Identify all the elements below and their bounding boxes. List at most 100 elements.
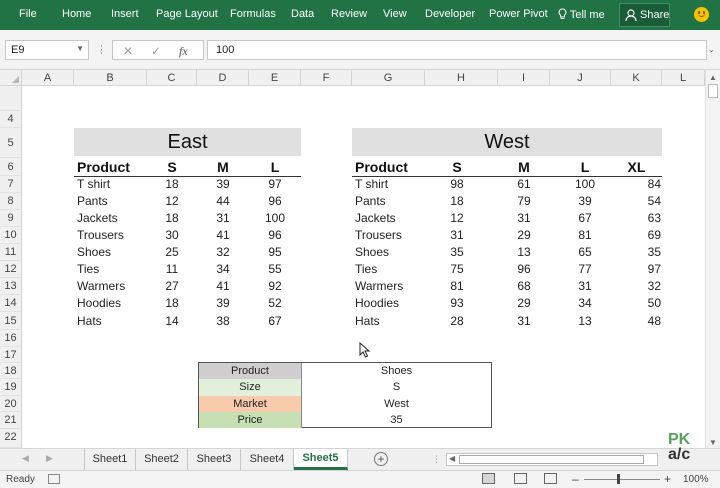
- row-header-9[interactable]: 9: [0, 210, 22, 227]
- tab-view[interactable]: View: [383, 8, 407, 20]
- east-cell[interactable]: 95: [249, 244, 301, 261]
- west-cell[interactable]: 96: [498, 261, 550, 278]
- select-all-corner[interactable]: [0, 70, 22, 86]
- west-cell[interactable]: 81: [550, 227, 620, 244]
- column-header-f[interactable]: F: [301, 70, 352, 86]
- tab-formulas[interactable]: Formulas: [230, 8, 276, 20]
- row-header-22[interactable]: 22: [0, 429, 22, 448]
- west-cell[interactable]: 68: [498, 278, 550, 295]
- west-cell[interactable]: Warmers: [355, 278, 403, 295]
- scroll-left-icon[interactable]: ◀: [449, 454, 455, 463]
- west-cell[interactable]: 97: [611, 261, 661, 278]
- east-cell[interactable]: 96: [249, 193, 301, 210]
- west-cell[interactable]: 79: [498, 193, 550, 210]
- column-header-g[interactable]: G: [352, 70, 425, 86]
- east-cell[interactable]: 41: [197, 227, 249, 244]
- column-header-i[interactable]: I: [498, 70, 550, 86]
- row-header-10[interactable]: 10: [0, 227, 22, 244]
- chevron-down-icon[interactable]: ▼: [76, 44, 84, 53]
- west-cell[interactable]: 32: [611, 278, 661, 295]
- east-cell[interactable]: Warmers: [77, 278, 125, 295]
- east-cell[interactable]: 31: [197, 210, 249, 227]
- west-cell[interactable]: T shirt: [355, 176, 388, 193]
- tell-me-search[interactable]: Tell me: [558, 8, 605, 21]
- row-header-17[interactable]: 17: [0, 347, 22, 363]
- row-header-21[interactable]: 21: [0, 412, 22, 429]
- east-cell[interactable]: 38: [197, 313, 249, 330]
- east-cell[interactable]: 41: [197, 278, 249, 295]
- tab-review[interactable]: Review: [331, 8, 367, 20]
- east-cell[interactable]: 55: [249, 261, 301, 278]
- east-cell[interactable]: T shirt: [77, 176, 110, 193]
- row-header-7[interactable]: 7: [0, 176, 22, 193]
- east-cell[interactable]: Jackets: [77, 210, 118, 227]
- column-header-e[interactable]: E: [249, 70, 301, 86]
- zoom-out-icon[interactable]: –: [572, 472, 579, 486]
- formula-input[interactable]: 100: [207, 40, 707, 60]
- macro-record-icon[interactable]: [48, 474, 60, 484]
- west-cell[interactable]: Shoes: [355, 244, 389, 261]
- east-cell[interactable]: 96: [249, 227, 301, 244]
- page-layout-view-icon[interactable]: [514, 473, 527, 484]
- west-cell[interactable]: Ties: [355, 261, 377, 278]
- east-cell[interactable]: 67: [249, 313, 301, 330]
- west-cell[interactable]: 93: [425, 295, 489, 312]
- west-cell[interactable]: 29: [498, 295, 550, 312]
- west-cell[interactable]: 100: [550, 176, 620, 193]
- east-cell[interactable]: 18: [147, 210, 197, 227]
- sheet-tab-2[interactable]: Sheet2: [136, 449, 188, 470]
- west-cell[interactable]: 54: [611, 193, 661, 210]
- column-header-c[interactable]: C: [147, 70, 197, 86]
- east-cell[interactable]: 39: [197, 176, 249, 193]
- cancel-icon[interactable]: ✕: [123, 44, 133, 58]
- west-cell[interactable]: 34: [550, 295, 620, 312]
- east-cell[interactable]: 12: [147, 193, 197, 210]
- east-cell[interactable]: 92: [249, 278, 301, 295]
- share-button[interactable]: Share: [619, 3, 670, 27]
- east-cell[interactable]: 52: [249, 295, 301, 312]
- east-cell[interactable]: 25: [147, 244, 197, 261]
- normal-view-icon[interactable]: [482, 473, 495, 484]
- sheet-tab-4[interactable]: Sheet4: [241, 449, 294, 470]
- next-sheet-icon[interactable]: ▶: [46, 453, 53, 464]
- expand-formula-bar-icon[interactable]: ⌄: [708, 45, 715, 54]
- horizontal-scrollbar[interactable]: ◀: [446, 453, 658, 466]
- west-cell[interactable]: 12: [425, 210, 489, 227]
- west-cell[interactable]: 35: [611, 244, 661, 261]
- smiley-feedback-icon[interactable]: [694, 7, 709, 22]
- lookup-value[interactable]: Shoes: [301, 363, 491, 380]
- east-cell[interactable]: Trousers: [77, 227, 124, 244]
- west-cell[interactable]: 31: [498, 313, 550, 330]
- column-header-h[interactable]: H: [425, 70, 498, 86]
- sheet-tab-5-active[interactable]: Sheet5: [294, 449, 348, 470]
- scroll-thumb[interactable]: [708, 84, 718, 98]
- row-header-19[interactable]: 19: [0, 379, 22, 396]
- east-cell[interactable]: Hoodies: [77, 295, 121, 312]
- zoom-in-icon[interactable]: +: [664, 472, 671, 486]
- scroll-up-icon[interactable]: ▲: [709, 73, 717, 82]
- zoom-level[interactable]: 100%: [683, 474, 709, 485]
- east-cell[interactable]: 100: [249, 210, 301, 227]
- east-cell[interactable]: 34: [197, 261, 249, 278]
- west-cell[interactable]: 98: [425, 176, 489, 193]
- zoom-slider-handle[interactable]: [617, 474, 620, 484]
- tab-insert[interactable]: Insert: [111, 8, 139, 20]
- east-cell[interactable]: Ties: [77, 261, 99, 278]
- east-cell[interactable]: 18: [147, 176, 197, 193]
- add-sheet-icon[interactable]: +: [374, 452, 388, 466]
- east-cell[interactable]: 11: [147, 261, 197, 278]
- row-header-6[interactable]: 6: [0, 158, 22, 176]
- row-header-13[interactable]: 13: [0, 278, 22, 295]
- west-cell[interactable]: 28: [425, 313, 489, 330]
- prev-sheet-icon[interactable]: ◀: [22, 453, 29, 464]
- east-cell[interactable]: 14: [147, 313, 197, 330]
- east-cell[interactable]: Shoes: [77, 244, 111, 261]
- row-header-16[interactable]: 16: [0, 330, 22, 347]
- west-cell[interactable]: 61: [498, 176, 550, 193]
- west-cell[interactable]: 13: [550, 313, 620, 330]
- lookup-value[interactable]: West: [301, 395, 491, 412]
- west-cell[interactable]: 31: [498, 210, 550, 227]
- west-cell[interactable]: 13: [498, 244, 550, 261]
- name-box[interactable]: E9 ▼: [5, 40, 89, 60]
- west-cell[interactable]: 75: [425, 261, 489, 278]
